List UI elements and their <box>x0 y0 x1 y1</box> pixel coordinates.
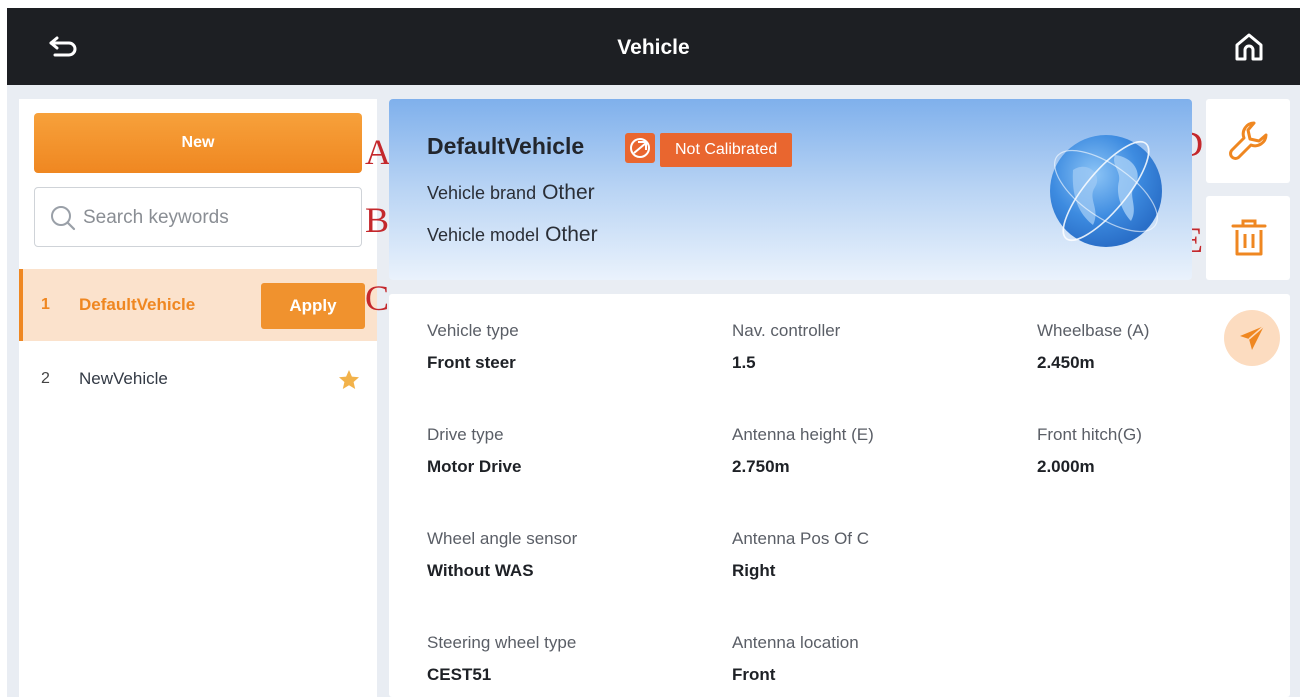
vehicle-model: Vehicle model Other <box>427 223 598 247</box>
detail-vehicle-type: Vehicle type Front steer <box>427 320 717 374</box>
app-frame: Vehicle New 1 DefaultVehicle Apply 2 <box>7 8 1300 697</box>
detail-value: Right <box>732 561 776 580</box>
vehicle-list-panel: New 1 DefaultVehicle Apply 2 NewVehicle <box>19 99 377 697</box>
brand-value: Other <box>542 181 595 204</box>
callout-c: C <box>365 278 390 318</box>
star-icon[interactable] <box>337 368 361 392</box>
page-title: Vehicle <box>617 36 690 59</box>
vehicle-list-item[interactable]: 1 DefaultVehicle Apply <box>19 269 377 341</box>
apply-button[interactable]: Apply <box>261 283 365 329</box>
delete-vehicle-button[interactable] <box>1206 196 1290 280</box>
list-item-number: 1 <box>41 296 50 313</box>
detail-value: 1.5 <box>732 353 756 372</box>
detail-label: Antenna Pos Of C <box>732 529 870 548</box>
callout-a: A <box>365 132 391 172</box>
send-icon <box>1240 325 1265 350</box>
new-vehicle-button[interactable]: New <box>34 113 362 173</box>
list-item-name: NewVehicle <box>79 369 168 388</box>
detail-label: Wheel angle sensor <box>427 529 578 548</box>
detail-antenna-location: Antenna location Front <box>732 632 1022 686</box>
detail-value: 2.000m <box>1037 457 1095 476</box>
detail-label: Antenna height (E) <box>732 425 874 444</box>
detail-antenna-height: Antenna height (E) 2.750m <box>732 424 1022 478</box>
vehicle-name: DefaultVehicle <box>427 133 585 159</box>
detail-value: Without WAS <box>427 561 534 580</box>
vehicle-header-card: DefaultVehicle Not Calibrated Vehicle br… <box>389 99 1192 280</box>
detail-value: 2.750m <box>732 457 790 476</box>
search-input[interactable] <box>83 198 353 238</box>
calibration-icon <box>625 133 655 163</box>
vehicle-details-panel: Vehicle type Front steer Nav. controller… <box>389 294 1290 697</box>
detail-label: Front hitch(G) <box>1037 425 1142 444</box>
model-value: Other <box>545 223 598 246</box>
status-badge: Not Calibrated <box>660 133 793 167</box>
edit-vehicle-button[interactable] <box>1206 99 1290 183</box>
detail-drive-type: Drive type Motor Drive <box>427 424 717 478</box>
detail-value: Motor Drive <box>427 457 522 476</box>
detail-label: Antenna location <box>732 633 859 652</box>
search-box[interactable] <box>34 187 362 247</box>
wrench-icon <box>1229 121 1268 160</box>
detail-label: Nav. controller <box>732 321 841 340</box>
detail-value: Front <box>732 665 776 684</box>
detail-label: Steering wheel type <box>427 633 577 652</box>
list-item-number: 2 <box>41 370 50 387</box>
list-item-name: DefaultVehicle <box>79 295 196 314</box>
detail-antenna-pos: Antenna Pos Of C Right <box>732 528 1022 582</box>
detail-value: Front steer <box>427 353 516 372</box>
trash-icon <box>1231 219 1267 256</box>
detail-front-hitch: Front hitch(G) 2.000m <box>1037 424 1300 478</box>
vehicle-brand: Vehicle brand Other <box>427 181 595 205</box>
detail-nav-controller: Nav. controller 1.5 <box>732 320 1022 374</box>
detail-value: CEST51 <box>427 665 492 684</box>
detail-label: Vehicle type <box>427 321 519 340</box>
send-button[interactable] <box>1224 310 1280 366</box>
detail-label: Drive type <box>427 425 504 444</box>
brand-label: Vehicle brand <box>427 183 537 203</box>
home-icon[interactable] <box>1232 30 1266 64</box>
detail-steering-wheel-type: Steering wheel type CEST51 <box>427 632 717 686</box>
search-icon <box>49 204 77 232</box>
vehicle-list-item[interactable]: 2 NewVehicle <box>19 343 377 415</box>
detail-wheel-angle-sensor: Wheel angle sensor Without WAS <box>427 528 717 582</box>
globe-icon <box>1043 125 1169 255</box>
model-label: Vehicle model <box>427 225 540 245</box>
callout-b: B <box>365 200 390 240</box>
top-bar: Vehicle <box>7 8 1300 85</box>
